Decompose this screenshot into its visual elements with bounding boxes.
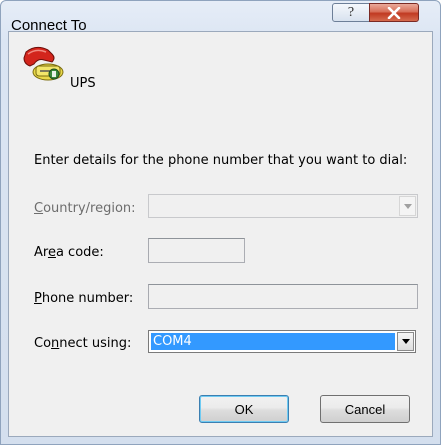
instruction-text: Enter details for the phone number that … [34, 153, 408, 168]
country-dropdown-button[interactable] [399, 196, 416, 216]
chevron-down-icon [403, 203, 412, 209]
area-label-pre: Ar [34, 245, 48, 260]
help-icon: ? [347, 4, 355, 20]
connect-using-dropdown-button[interactable] [397, 332, 414, 351]
area-code-label: Area code: [34, 245, 104, 260]
phone-label-accel: P [34, 291, 42, 306]
phone-number-input[interactable] [148, 284, 418, 309]
phone-number-label: Phone number: [34, 291, 133, 306]
country-region-dropdown[interactable] [148, 194, 418, 218]
dialog-client-area [8, 31, 433, 437]
close-button[interactable] [369, 3, 419, 22]
phone-label-post: hone number: [41, 291, 134, 306]
help-button[interactable]: ? [332, 3, 370, 22]
area-code-input[interactable] [148, 238, 245, 263]
connect-using-label: Connect using: [34, 336, 131, 351]
connect-using-dropdown[interactable]: COM4 [148, 330, 416, 353]
area-label-post: a code: [55, 245, 104, 260]
ok-button[interactable]: OK [199, 395, 289, 423]
phone-connection-icon [23, 46, 64, 81]
country-label-accel: C [34, 201, 44, 216]
chevron-down-icon [401, 339, 410, 344]
area-label-accel: e [47, 245, 56, 260]
connect-using-value: COM4 [151, 333, 395, 350]
country-region-label: Country/region: [34, 201, 136, 216]
connect-label-post: nect using: [59, 336, 132, 351]
connection-name: UPS [70, 76, 96, 91]
connect-label-pre: Co [34, 336, 52, 351]
cancel-button[interactable]: Cancel [320, 395, 410, 423]
close-icon [387, 6, 401, 19]
title-bar[interactable]: Connect To ? [1, 1, 440, 34]
country-label-post: ountry/region: [43, 201, 136, 216]
